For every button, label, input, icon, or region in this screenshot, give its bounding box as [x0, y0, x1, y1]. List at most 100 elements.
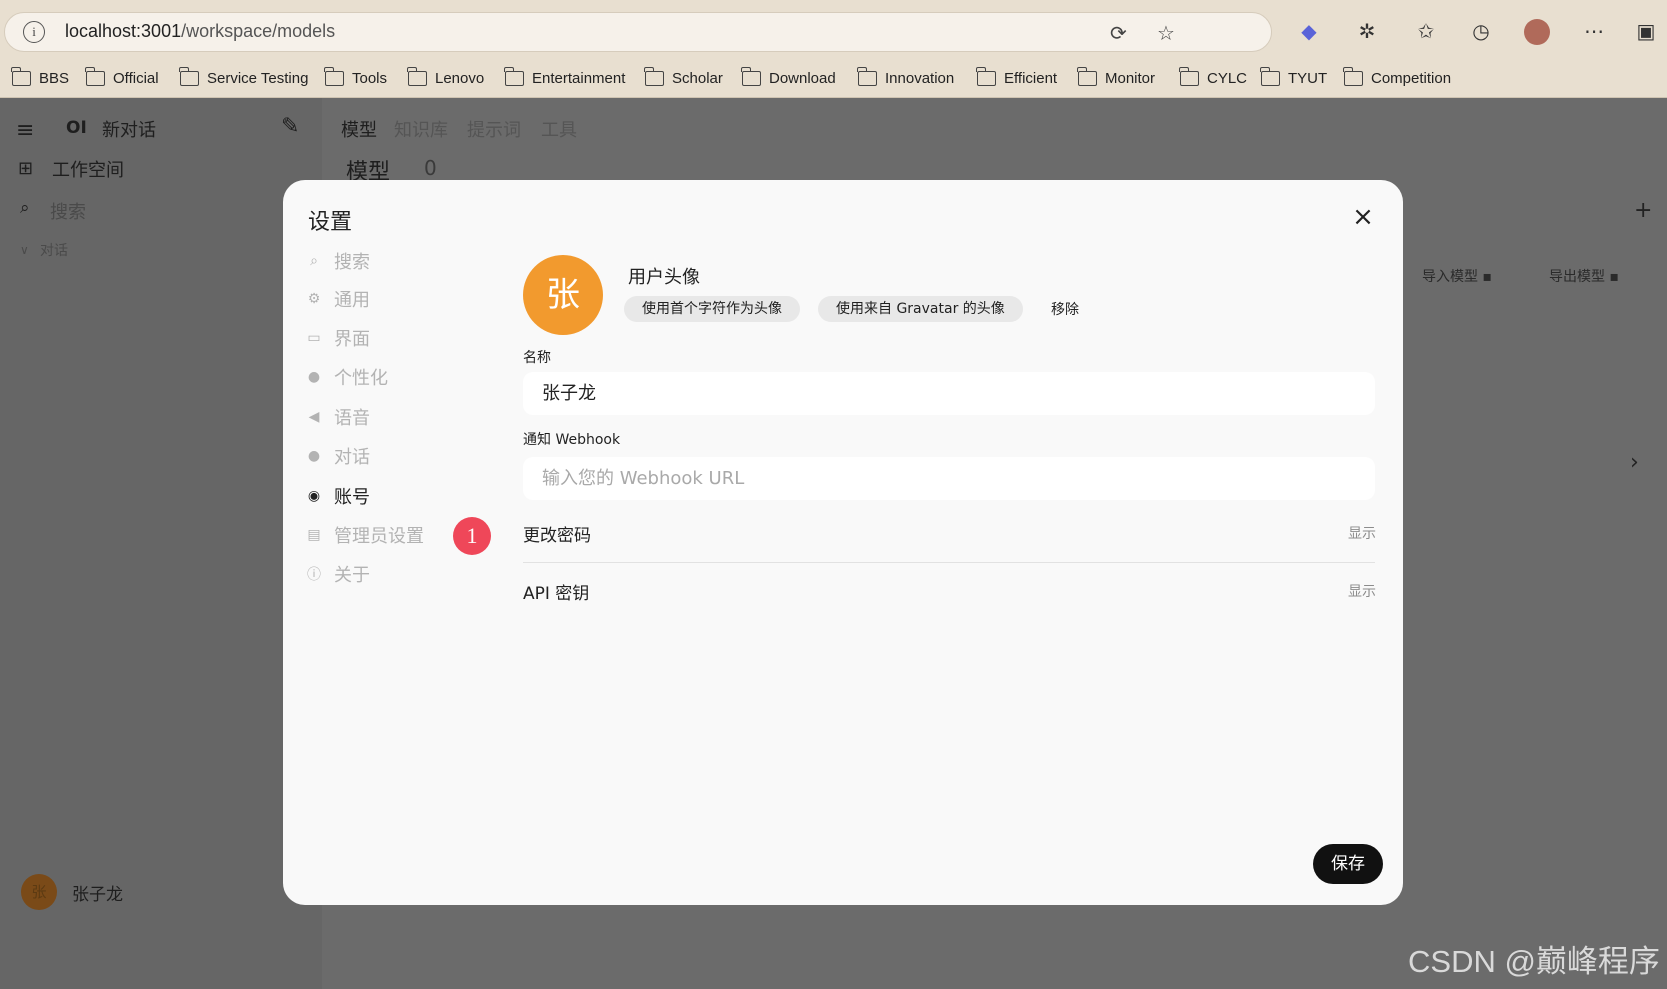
api-key-toggle[interactable]: 显示 — [1348, 581, 1376, 601]
api-key-label: API 密钥 — [523, 584, 590, 604]
nav-label: 账号 — [334, 487, 370, 508]
name-field[interactable] — [523, 372, 1375, 415]
bookmark-label: BBS — [39, 69, 70, 87]
sidebar-section-label: 对话 — [40, 243, 68, 259]
chevron-right-icon[interactable]: › — [1630, 450, 1639, 475]
url-path: /workspace/models — [181, 21, 336, 41]
sidebar-search[interactable]: 搜索 — [50, 198, 86, 224]
step-badge: 1 — [453, 517, 491, 555]
folder-icon — [407, 66, 427, 86]
initials-avatar-button[interactable]: 使用首个字符作为头像 — [624, 296, 800, 322]
export-models-button[interactable]: 导出模型 ▪ — [1549, 266, 1619, 286]
change-password-toggle[interactable]: 显示 — [1348, 523, 1376, 543]
edit-icon[interactable]: ✎ — [281, 114, 299, 139]
star-icon[interactable]: ☆ — [1157, 21, 1175, 45]
folder-icon — [1077, 66, 1097, 86]
bookmark-item[interactable]: Monitor — [1077, 66, 1155, 90]
nav-label: 关于 — [334, 565, 370, 586]
user-name[interactable]: 张子龙 — [72, 880, 123, 905]
add-icon[interactable]: + — [1634, 198, 1652, 223]
bookmark-label: Scholar — [672, 69, 723, 87]
model-count: 0 — [424, 156, 437, 180]
profile-avatar-icon[interactable] — [1524, 19, 1550, 45]
nav-account[interactable]: ◉ 账号 — [305, 481, 370, 511]
folder-icon — [1343, 66, 1363, 86]
address-bar[interactable]: i localhost:3001/workspace/models ⟳ ☆ — [4, 12, 1272, 52]
import-models-label: 导入模型 — [1422, 269, 1478, 285]
avatar[interactable]: 张 — [21, 874, 57, 910]
bookmark-item[interactable]: Efficient — [976, 66, 1057, 90]
tab-models[interactable]: 模型 — [341, 116, 377, 142]
nav-search[interactable]: ⌕ 搜索 — [305, 246, 370, 276]
search-icon: ⌕ — [310, 253, 318, 269]
chat-bubble-icon: ● — [307, 448, 321, 464]
nav-interface[interactable]: ▭ 界面 — [305, 323, 370, 353]
bookmark-item[interactable]: CYLC — [1179, 66, 1248, 90]
bookmark-item[interactable]: Lenovo — [407, 66, 484, 90]
watermark: CSDN @巅峰程序 — [1408, 944, 1660, 979]
new-chat-label[interactable]: 新对话 — [102, 116, 156, 142]
nav-admin-settings[interactable]: ▤ 管理员设置 1 — [305, 517, 491, 555]
history-icon[interactable]: ◷ — [1468, 19, 1494, 43]
search-icon: ⌕ — [20, 198, 30, 218]
nav-label: 界面 — [334, 329, 370, 350]
workspace-label[interactable]: 工作空间 — [52, 156, 124, 182]
nav-label: 语音 — [334, 408, 370, 429]
close-icon[interactable]: × — [1349, 204, 1377, 232]
sidebar-toggle-icon[interactable]: ▣ — [1633, 19, 1659, 43]
bookmark-item[interactable]: Tools — [324, 66, 387, 90]
bookmark-label: Official — [113, 69, 159, 87]
bookmark-label: Service Testing — [207, 69, 309, 87]
bookmark-item[interactable]: Download — [741, 66, 836, 90]
file-import-icon: ▪ — [1482, 269, 1492, 285]
folder-icon — [644, 66, 664, 86]
bookmark-item[interactable]: Scholar — [644, 66, 723, 90]
nav-label: 对话 — [334, 447, 370, 468]
gravatar-button[interactable]: 使用来自 Gravatar 的头像 — [818, 296, 1023, 322]
nav-about[interactable]: ⓘ 关于 — [305, 559, 370, 589]
avatar-label: 用户头像 — [628, 267, 700, 288]
folder-icon — [741, 66, 761, 86]
nav-audio[interactable]: ◀ 语音 — [305, 402, 370, 432]
nav-personalization[interactable]: ● 个性化 — [305, 362, 388, 392]
bookmark-item[interactable]: BBS — [11, 66, 70, 90]
sidebar: ≡ OI 新对话 ✎ ⊞ 工作空间 ⌕ 搜索 ∨ 对话 张 张子龙 — [0, 98, 322, 989]
folder-icon — [504, 66, 524, 86]
divider — [523, 562, 1375, 563]
favorites-icon[interactable]: ✩ — [1413, 19, 1439, 43]
bookmark-item[interactable]: TYUT — [1260, 66, 1328, 90]
bookmark-item[interactable]: Official — [85, 66, 159, 90]
bookmark-item[interactable]: Innovation — [857, 66, 954, 90]
save-button[interactable]: 保存 — [1313, 844, 1383, 884]
chevron-down-icon[interactable]: ∨ — [20, 243, 29, 257]
url-text[interactable]: localhost:3001/workspace/models — [65, 21, 335, 42]
webhook-label: 通知 Webhook — [523, 432, 621, 448]
refresh-icon[interactable]: ⟳ — [1110, 21, 1127, 45]
bookmark-label: CYLC — [1207, 69, 1248, 87]
bookmark-item[interactable]: Competition — [1343, 66, 1452, 90]
tab-tools[interactable]: 工具 — [541, 116, 577, 142]
nav-general[interactable]: ⚙ 通用 — [305, 284, 370, 314]
bookmark-item[interactable]: Entertainment — [504, 66, 625, 90]
puzzle-icon[interactable]: ✲ — [1354, 19, 1380, 43]
info-icon[interactable]: i — [23, 21, 45, 43]
profile-avatar[interactable]: 张 — [523, 255, 603, 335]
export-models-label: 导出模型 — [1549, 269, 1605, 285]
change-password-label: 更改密码 — [523, 526, 591, 546]
settings-modal: 设置 × ⌕ 搜索 ⚙ 通用 ▭ 界面 ● 个性化 ◀ 语音 ● 对话 ◉ 账号 ▤ 管理员设置… — [283, 180, 1403, 905]
remove-avatar-button[interactable]: 移除 — [1051, 299, 1079, 319]
folder-icon — [179, 66, 199, 86]
bookmark-label: TYUT — [1288, 69, 1328, 87]
tab-knowledge[interactable]: 知识库 — [394, 116, 448, 142]
import-models-button[interactable]: 导入模型 ▪ — [1422, 266, 1492, 286]
nav-chats[interactable]: ● 对话 — [305, 441, 370, 471]
folder-icon — [1260, 66, 1280, 86]
extension-icon[interactable]: ◆ — [1296, 19, 1322, 43]
menu-icon[interactable]: ≡ — [16, 118, 34, 143]
bookmark-item[interactable]: Service Testing — [179, 66, 309, 90]
url-host: localhost:3001 — [65, 21, 182, 41]
bookmark-label: Competition — [1371, 69, 1452, 87]
webhook-field[interactable] — [523, 457, 1375, 500]
tab-prompts[interactable]: 提示词 — [467, 116, 521, 142]
more-icon[interactable]: ⋯ — [1581, 19, 1607, 43]
